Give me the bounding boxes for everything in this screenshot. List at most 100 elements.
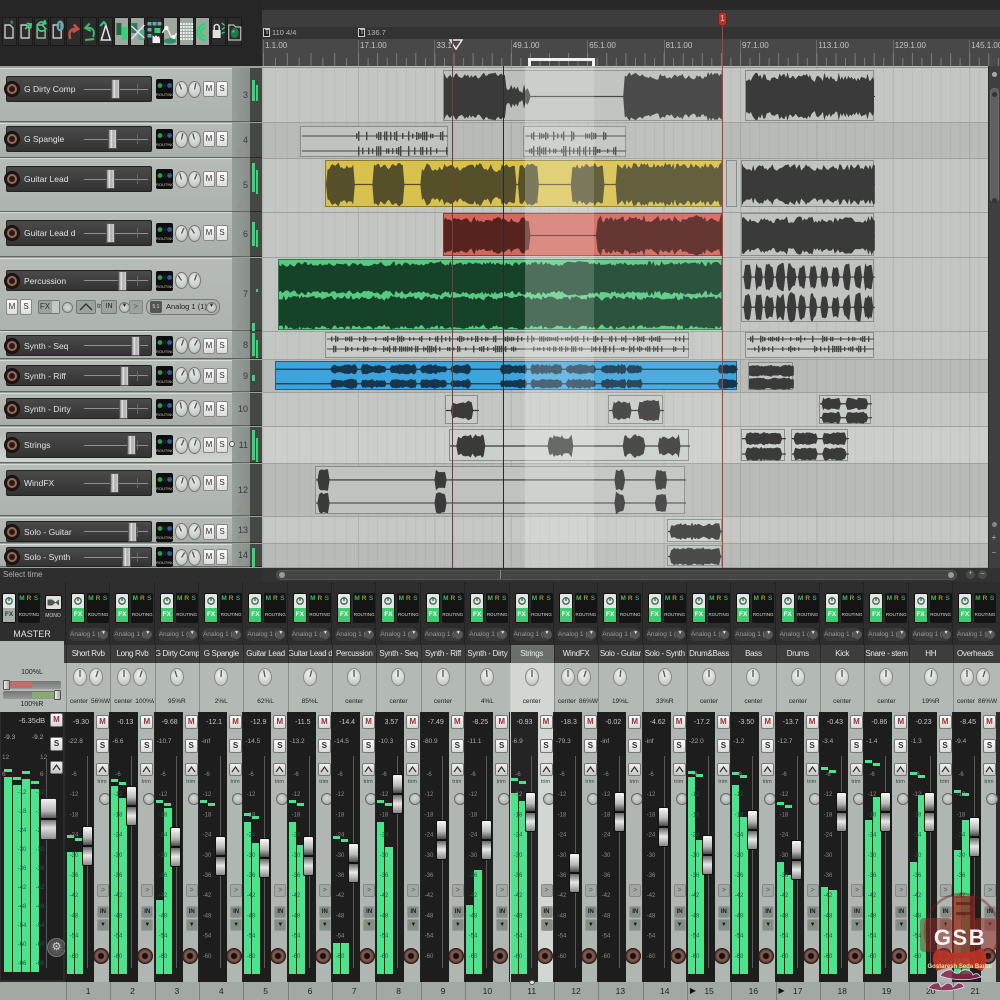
svg-text:-42: -42 [70, 893, 79, 899]
svg-text:-24: -24 [158, 833, 167, 839]
svg-text:-42: -42 [824, 893, 833, 899]
svg-text:-12: -12 [36, 790, 45, 796]
svg-text:-6: -6 [737, 772, 743, 778]
svg-text:-48: -48 [691, 913, 700, 919]
svg-text:-24: -24 [70, 833, 79, 839]
svg-text:-30: -30 [247, 853, 256, 859]
svg-text:-18: -18 [203, 812, 212, 818]
svg-text:GSB: GSB [934, 925, 986, 950]
svg-text:-6: -6 [914, 772, 920, 778]
svg-text:-48: -48 [824, 913, 833, 919]
svg-text:-36: -36 [18, 866, 27, 872]
svg-text:-12: -12 [735, 792, 744, 798]
svg-text:-18: -18 [691, 812, 700, 818]
svg-text:-30: -30 [513, 853, 522, 859]
svg-text:-48: -48 [114, 913, 123, 919]
svg-text:-30: -30 [203, 853, 212, 859]
svg-text:-36: -36 [247, 873, 256, 879]
svg-text:-6: -6 [471, 772, 477, 778]
svg-text:-42: -42 [513, 893, 522, 899]
svg-text:-12: -12 [469, 792, 478, 798]
svg-text:-18: -18 [868, 812, 877, 818]
svg-text:-54: -54 [18, 923, 27, 929]
svg-text:-36: -36 [868, 873, 877, 879]
svg-text:-48: -48 [513, 913, 522, 919]
svg-text:-18: -18 [602, 812, 611, 818]
svg-text:-48: -48 [779, 913, 788, 919]
svg-text:-54: -54 [558, 934, 567, 940]
svg-text:-42: -42 [380, 893, 389, 899]
svg-text:-6: -6 [293, 772, 299, 778]
svg-text:-12: -12 [18, 790, 27, 796]
svg-text:-48: -48 [424, 913, 433, 919]
svg-text:-12: -12 [824, 792, 833, 798]
svg-text:-54: -54 [291, 934, 300, 940]
svg-text:-6: -6 [426, 772, 432, 778]
svg-text:-18: -18 [912, 812, 921, 818]
svg-text:-42: -42 [691, 893, 700, 899]
svg-text:-36: -36 [735, 873, 744, 879]
svg-text:-36: -36 [203, 873, 212, 879]
svg-text:-60: -60 [646, 954, 655, 960]
svg-text:-60: -60 [18, 942, 27, 948]
svg-text:-24: -24 [291, 833, 300, 839]
svg-text:-66: -66 [36, 961, 45, 967]
svg-text:-36: -36 [158, 873, 167, 879]
svg-text:-12: -12 [70, 792, 79, 798]
svg-text:-36: -36 [602, 873, 611, 879]
svg-text:-30: -30 [336, 853, 345, 859]
svg-text:-42: -42 [336, 893, 345, 899]
svg-text:-48: -48 [380, 913, 389, 919]
svg-text:-54: -54 [158, 934, 167, 940]
svg-text:-30: -30 [646, 853, 655, 859]
svg-text:-30: -30 [70, 853, 79, 859]
svg-text:-12: -12 [424, 792, 433, 798]
svg-text:-42: -42 [646, 893, 655, 899]
svg-text:-66: -66 [18, 961, 27, 967]
svg-text:-6: -6 [382, 772, 388, 778]
svg-text:-6: -6 [870, 772, 876, 778]
svg-text:-60: -60 [70, 954, 79, 960]
svg-text:-6: -6 [160, 772, 166, 778]
svg-text:-54: -54 [513, 934, 522, 940]
svg-text:-48: -48 [602, 913, 611, 919]
svg-text:-54: -54 [646, 934, 655, 940]
svg-text:Gostaresh Seda Bartar: Gostaresh Seda Bartar [927, 964, 993, 970]
svg-text:-42: -42 [602, 893, 611, 899]
svg-text:-60: -60 [158, 954, 167, 960]
svg-text:-24: -24 [912, 833, 921, 839]
svg-text:-54: -54 [779, 934, 788, 940]
svg-text:-30: -30 [691, 853, 700, 859]
svg-text:-54: -54 [602, 934, 611, 940]
svg-text:-36: -36 [36, 866, 45, 872]
svg-text:-24: -24 [380, 833, 389, 839]
svg-text:-42: -42 [247, 893, 256, 899]
svg-text:-36: -36 [70, 873, 79, 879]
svg-text:-36: -36 [691, 873, 700, 879]
svg-text:-48: -48 [18, 904, 27, 910]
svg-text:-12: -12 [291, 792, 300, 798]
svg-text:*: * [232, 29, 235, 38]
svg-text:-54: -54 [114, 934, 123, 940]
svg-text:-42: -42 [18, 885, 27, 891]
svg-text:-42: -42 [558, 893, 567, 899]
svg-text:-48: -48 [558, 913, 567, 919]
svg-text:-18: -18 [380, 812, 389, 818]
svg-text:-30: -30 [912, 853, 921, 859]
svg-text:-6: -6 [71, 772, 77, 778]
svg-text:-42: -42 [735, 893, 744, 899]
svg-text:-30: -30 [380, 853, 389, 859]
svg-text:-30: -30 [602, 853, 611, 859]
svg-text:-54: -54 [36, 923, 45, 929]
svg-text:-54: -54 [424, 934, 433, 940]
svg-text:-30: -30 [957, 853, 966, 859]
svg-text:-6: -6 [249, 772, 255, 778]
svg-text:-54: -54 [203, 934, 212, 940]
svg-text:-60: -60 [868, 954, 877, 960]
svg-text:-60: -60 [513, 954, 522, 960]
svg-text:-18: -18 [70, 812, 79, 818]
svg-text:-42: -42 [114, 893, 123, 899]
svg-text:-60: -60 [779, 954, 788, 960]
svg-text:-6: -6 [648, 772, 654, 778]
svg-text:-36: -36 [646, 873, 655, 879]
